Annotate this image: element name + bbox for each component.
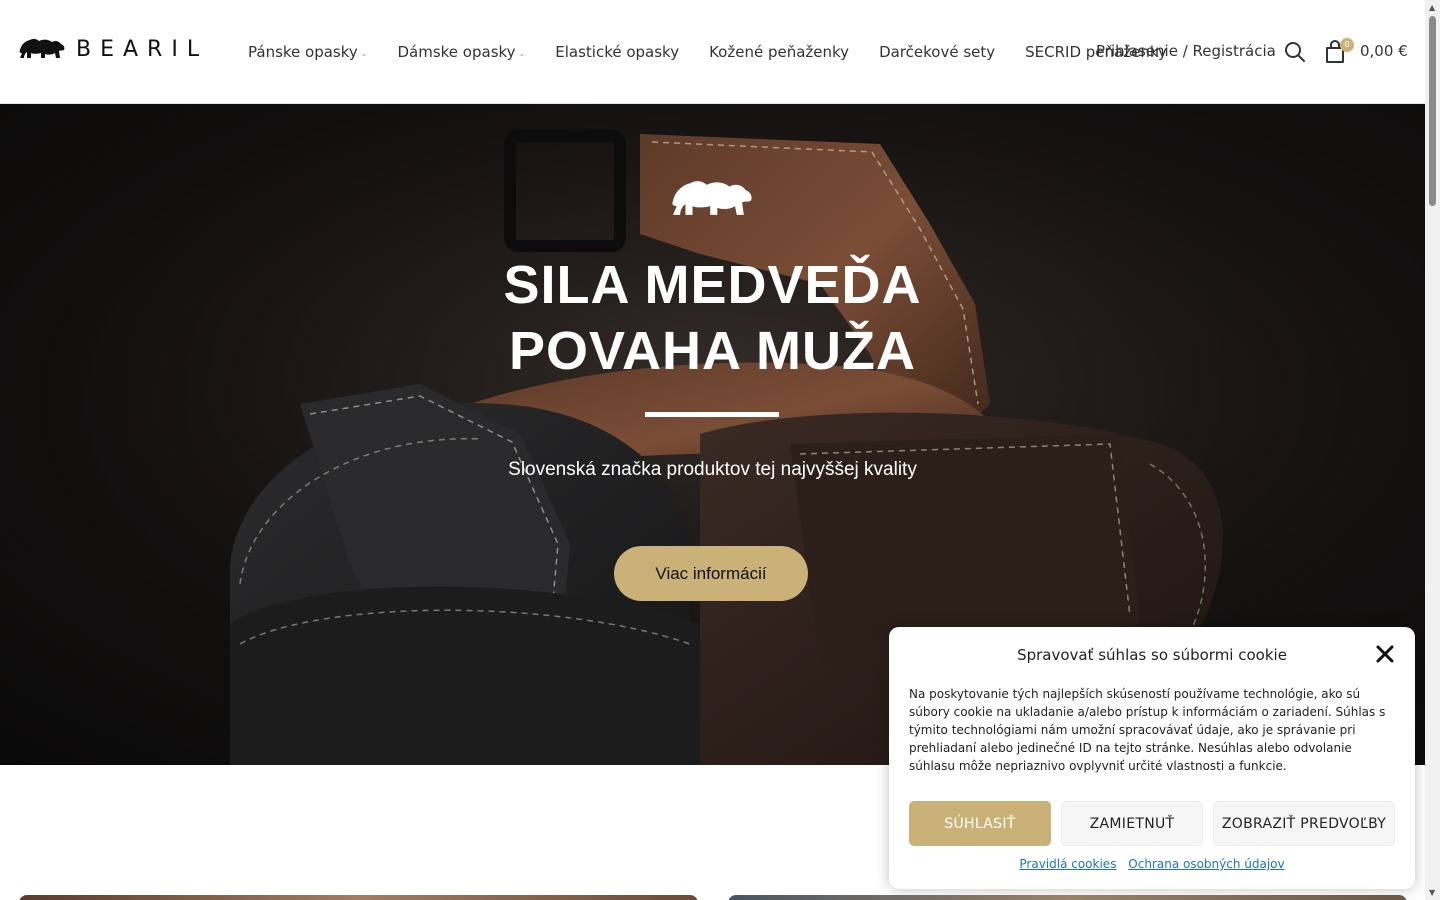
site-header: BEARIL Pánske opasky ⌄ Dámske opasky ⌄ E…: [0, 0, 1425, 104]
scroll-down-icon[interactable]: ▼: [1429, 888, 1435, 897]
nav-item-kozene-penazenky[interactable]: Kožené peňaženky: [709, 43, 849, 61]
category-card-image[interactable]: [728, 895, 1407, 900]
hero-title-line1: SILA MEDVEĎA: [503, 255, 922, 315]
nav-label: Pánske opasky: [248, 43, 358, 61]
nav-label: Elastické opasky: [555, 43, 680, 61]
accept-cookies-button[interactable]: SÚHLASIŤ: [909, 801, 1051, 846]
site-logo[interactable]: BEARIL: [18, 36, 208, 62]
bear-logo-icon: [672, 181, 752, 215]
cookie-links: Pravidlá cookies Ochrana osobných údajov: [889, 857, 1415, 871]
close-icon[interactable]: [1375, 644, 1395, 664]
bear-logo-icon: [19, 38, 65, 58]
cookie-dialog-title: Spravovať súhlas so súbormi cookie: [1017, 646, 1287, 664]
nav-item-panske-opasky[interactable]: Pánske opasky ⌄: [248, 43, 367, 61]
view-preferences-button[interactable]: ZOBRAZIŤ PREDVOĽBY: [1213, 801, 1395, 846]
nav-item-damske-opasky[interactable]: Dámske opasky ⌄: [397, 43, 525, 61]
scroll-up-icon[interactable]: ▲: [1429, 3, 1435, 12]
nav-label: Kožené peňaženky: [709, 43, 850, 61]
search-icon[interactable]: [1284, 41, 1306, 63]
hero-title-line2: POVAHA MUŽA: [509, 321, 916, 381]
chevron-down-icon: ⌄: [360, 48, 368, 58]
page-scrollbar[interactable]: ▲ ▼: [1425, 0, 1440, 900]
cart-count-badge: 0: [1340, 38, 1354, 52]
deny-cookies-button[interactable]: ZAMIETNUŤ: [1061, 801, 1203, 846]
cart-total[interactable]: 0,00 €: [1360, 42, 1408, 60]
nav-item-darcekove-sety[interactable]: Darčekové sety: [879, 43, 995, 61]
scrollbar-thumb[interactable]: [1429, 16, 1436, 206]
nav-label: Darčekové sety: [879, 43, 996, 61]
hero-subtitle: Slovenská značka produktov tej najvyššej…: [508, 459, 917, 480]
nav-label: Dámske opasky: [397, 43, 516, 61]
cookie-consent-dialog: Spravovať súhlas so súbormi cookie Na po…: [889, 627, 1415, 889]
main-nav: Pánske opasky ⌄ Dámske opasky ⌄ Elastick…: [248, 0, 1167, 104]
hero-title: SILA MEDVEĎA POVAHA MUŽA: [0, 252, 1425, 384]
login-register-link[interactable]: Prihlasenie / Registrácia: [1096, 42, 1276, 60]
chevron-down-icon: ⌄: [518, 48, 526, 58]
more-info-button[interactable]: Viac informácií: [614, 546, 808, 601]
cookie-dialog-text: Na poskytovanie tých najlepších skúsenos…: [909, 687, 1386, 773]
cookie-policy-link[interactable]: Pravidlá cookies: [1019, 857, 1116, 871]
nav-item-elasticke-opasky[interactable]: Elastické opasky: [555, 43, 679, 61]
logo-wordmark: BEARIL: [76, 36, 209, 62]
hero-divider: [645, 412, 779, 417]
privacy-policy-link[interactable]: Ochrana osobných údajov: [1128, 857, 1284, 871]
category-card-image[interactable]: [19, 895, 698, 900]
